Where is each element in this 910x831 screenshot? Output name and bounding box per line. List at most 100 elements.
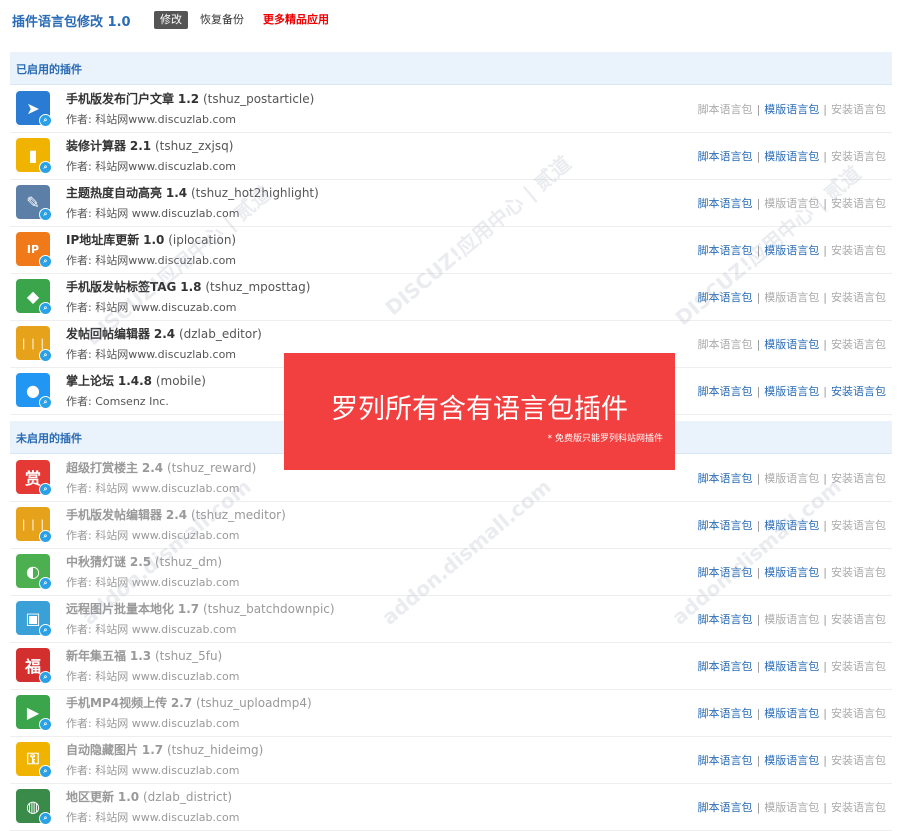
plugin-name: 手机版发帖编辑器 2.4 (tshuz_meditor)	[66, 506, 286, 523]
install-language-pack-link[interactable]: 安装语言包	[831, 613, 886, 626]
install-language-pack-link[interactable]: 安装语言包	[831, 244, 886, 257]
key-user-icon: ⚿ ⌕	[16, 742, 52, 778]
plugin-name: 装修计算器 2.1 (tshuz_zxjsq)	[66, 137, 233, 154]
separator: |	[756, 613, 761, 626]
plugin-author: 作者: 科站网 www.discuzlab.com	[66, 529, 240, 542]
plugin-version: 2.1	[129, 139, 152, 153]
install-language-pack-link[interactable]: 安装语言包	[831, 150, 886, 163]
install-language-pack-link[interactable]: 安装语言包	[831, 707, 886, 720]
script-language-pack-link[interactable]: 脚本语言包	[698, 660, 753, 673]
plugin-author: 作者: Comsenz Inc.	[66, 395, 169, 408]
language-badge-icon: ⌕	[39, 671, 52, 684]
template-language-pack-link[interactable]: 模版语言包	[764, 613, 819, 626]
script-language-pack-link[interactable]: 脚本语言包	[698, 472, 753, 485]
install-language-pack-link[interactable]: 安装语言包	[831, 385, 886, 398]
plugin-title: 中秋猜灯谜	[66, 555, 127, 569]
separator: |	[823, 244, 827, 257]
template-language-pack-link[interactable]: 模版语言包	[764, 566, 819, 579]
plugin-row: ▣ ⌕ 远程图片批量本地化 1.7 (tshuz_batchdownpic) 作者: …	[10, 595, 892, 643]
plugin-name: 手机版发布门户文章 1.2 (tshuz_postarticle)	[66, 90, 314, 107]
install-language-pack-link[interactable]: 安装语言包	[831, 291, 886, 304]
separator: |	[756, 566, 761, 579]
plugin-name: 自动隐藏图片 1.7 (tshuz_hideimg)	[66, 741, 263, 758]
restore-backup-button[interactable]: 恢复备份	[200, 11, 244, 29]
script-language-pack-link[interactable]: 脚本语言包	[698, 707, 753, 720]
separator: |	[756, 150, 761, 163]
plugin-identifier: (tshuz_batchdownpic)	[202, 602, 335, 616]
paint-roller-icon: ▮ ⌕	[16, 138, 52, 174]
highlighter-icon: ✎ ⌕	[16, 185, 52, 221]
more-apps-link[interactable]: 更多精品应用	[263, 11, 329, 29]
fortune-icon: 福 ⌕	[16, 648, 52, 684]
plugin-version: 2.4	[153, 327, 176, 341]
plugin-author: 作者: 科站网 www.discuzlab.com	[66, 764, 240, 777]
language-badge-icon: ⌕	[39, 765, 52, 778]
install-language-pack-link[interactable]: 安装语言包	[831, 519, 886, 532]
plugin-title: 自动隐藏图片	[66, 743, 139, 757]
separator: |	[756, 103, 761, 116]
template-language-pack-link[interactable]: 模版语言包	[764, 103, 819, 116]
color-pens-icon: ❘❘❘ ⌕	[16, 507, 52, 543]
icon-glyph: 福	[24, 657, 41, 676]
template-language-pack-link[interactable]: 模版语言包	[764, 150, 819, 163]
icon-glyph: ●	[26, 380, 40, 400]
plugin-version: 1.4.8	[117, 374, 153, 388]
script-language-pack-link[interactable]: 脚本语言包	[698, 385, 753, 398]
install-language-pack-link[interactable]: 安装语言包	[831, 338, 886, 351]
install-language-pack-link[interactable]: 安装语言包	[831, 801, 886, 814]
script-language-pack-link[interactable]: 脚本语言包	[698, 338, 753, 351]
promo-note: * 免费版只能罗列科站网插件	[547, 434, 663, 444]
plugin-row: ➤ ⌕ 手机版发布门户文章 1.2 (tshuz_postarticle) 作者: 科…	[10, 85, 892, 133]
plugin-title: 手机版发布门户文章	[66, 92, 175, 106]
plugin-identifier: (dzlab_editor)	[178, 327, 262, 341]
plugin-row: 福 ⌕ 新年集五福 1.3 (tshuz_5fu) 作者: 科站网 www.discu…	[10, 642, 892, 690]
icon-glyph: ▣	[25, 608, 41, 628]
plugin-title: 主题热度自动高亮	[66, 186, 163, 200]
script-language-pack-link[interactable]: 脚本语言包	[698, 613, 753, 626]
script-language-pack-link[interactable]: 脚本语言包	[698, 519, 753, 532]
reward-icon: 赏 ⌕	[16, 460, 52, 496]
plugin-identifier: (tshuz_postarticle)	[202, 92, 315, 106]
install-language-pack-link[interactable]: 安装语言包	[831, 754, 886, 767]
plugin-version: 1.0	[117, 790, 140, 804]
template-language-pack-link[interactable]: 模版语言包	[764, 472, 819, 485]
icon-glyph: ❘❘❘	[19, 336, 47, 350]
plugin-row: ✎ ⌕ 主题热度自动高亮 1.4 (tshuz_hot2highlight) 作者: …	[10, 179, 892, 227]
icon-glyph: 赏	[24, 469, 41, 488]
icon-glyph: ⚿	[26, 749, 40, 768]
plugin-author: 作者: 科站网 www.discuzlab.com	[66, 670, 240, 683]
template-language-pack-link[interactable]: 模版语言包	[764, 291, 819, 304]
plugin-name: 超级打赏楼主 2.4 (tshuz_reward)	[66, 459, 256, 476]
install-language-pack-link[interactable]: 安装语言包	[831, 566, 886, 579]
script-language-pack-link[interactable]: 脚本语言包	[698, 197, 753, 210]
plugin-title: 地区更新	[66, 790, 115, 804]
plugin-name: 掌上论坛 1.4.8 (mobile)	[66, 372, 206, 389]
lantern-icon: ◐ ⌕	[16, 554, 52, 590]
plugin-version: 1.8	[180, 280, 202, 294]
edit-button[interactable]: 修改	[154, 11, 188, 29]
install-language-pack-link[interactable]: 安装语言包	[831, 660, 886, 673]
top-toolbar: 插件语言包修改 1.0 修改 恢复备份 更多精品应用	[0, 0, 910, 42]
template-language-pack-link[interactable]: 模版语言包	[764, 385, 819, 398]
install-language-pack-link[interactable]: 安装语言包	[831, 103, 886, 116]
icon-glyph: ➤	[26, 98, 40, 118]
plugin-title: IP地址库更新	[66, 233, 140, 247]
template-language-pack-link[interactable]: 模版语言包	[764, 801, 819, 814]
plugin-title: 超级打赏楼主	[66, 461, 139, 475]
plugin-row: ◍ ⌕ 地区更新 1.0 (dzlab_district) 作者: 科站网 www.d…	[10, 783, 892, 831]
template-language-pack-link[interactable]: 模版语言包	[764, 754, 819, 767]
template-language-pack-link[interactable]: 模版语言包	[764, 338, 819, 351]
script-language-pack-link[interactable]: 脚本语言包	[698, 754, 753, 767]
template-language-pack-link[interactable]: 模版语言包	[764, 707, 819, 720]
install-language-pack-link[interactable]: 安装语言包	[831, 472, 886, 485]
globe-icon: ◍ ⌕	[16, 789, 52, 825]
icon-glyph: ❘❘❘	[19, 517, 47, 531]
script-language-pack-link[interactable]: 脚本语言包	[698, 801, 753, 814]
language-badge-icon: ⌕	[39, 812, 52, 825]
language-pack-actions: 脚本语言包 | 模版语言包 | 安装语言包	[698, 470, 886, 486]
template-language-pack-link[interactable]: 模版语言包	[764, 660, 819, 673]
plugin-version: 1.4	[165, 186, 188, 200]
language-badge-icon: ⌕	[39, 114, 52, 127]
script-language-pack-link[interactable]: 脚本语言包	[698, 103, 753, 116]
script-language-pack-link[interactable]: 脚本语言包	[698, 150, 753, 163]
